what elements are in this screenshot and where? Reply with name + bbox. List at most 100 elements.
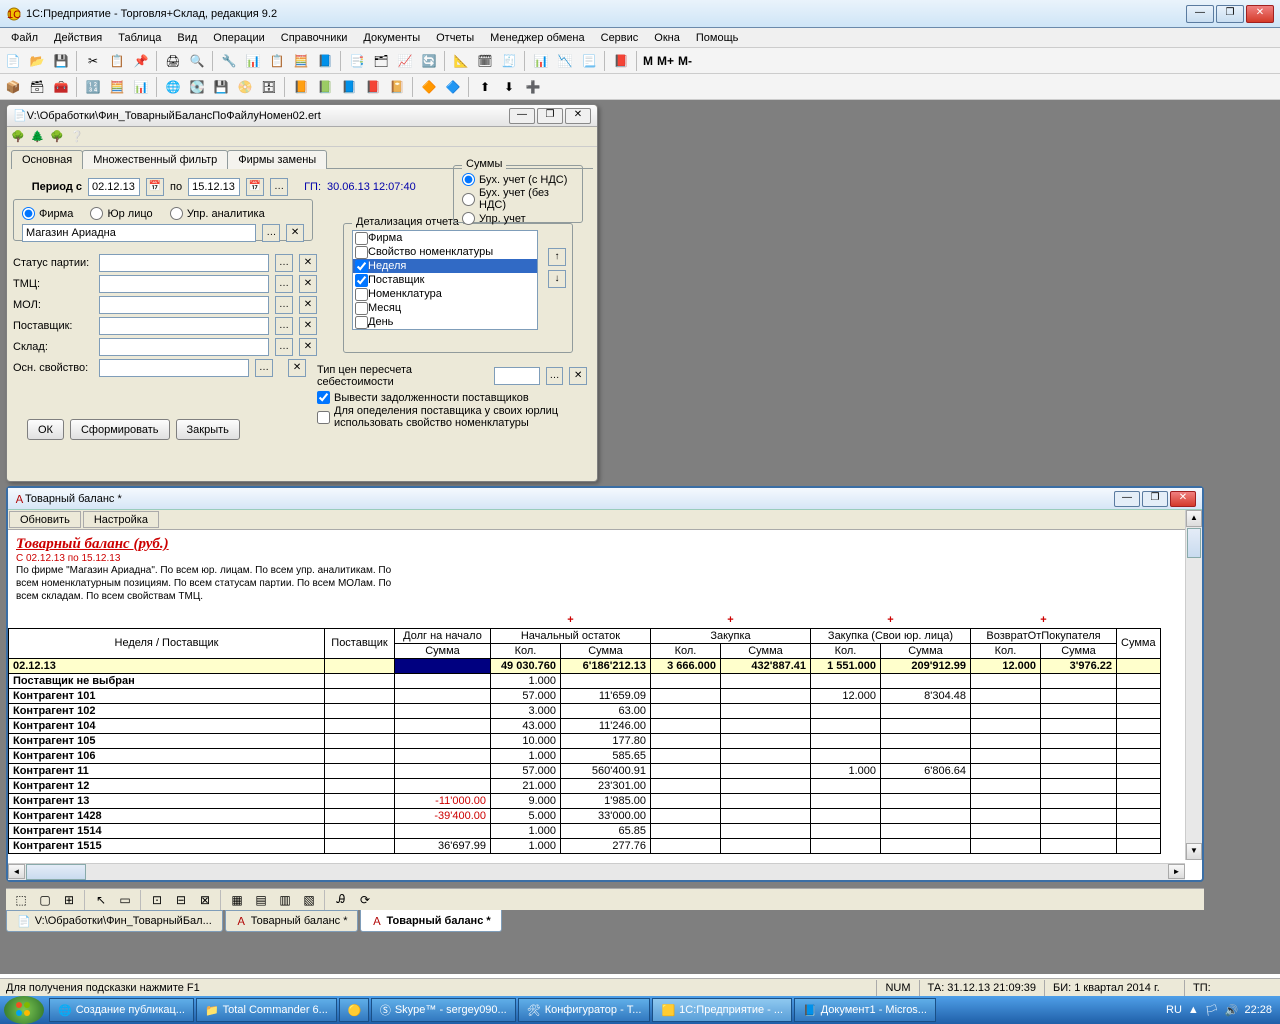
radio-upr[interactable] (170, 207, 183, 220)
tool-icon[interactable]: 💽 (186, 76, 208, 98)
doc-tab[interactable]: 📄V:\Обработки\Фин_ТоварныйБал... (6, 910, 223, 932)
refresh-button[interactable]: Обновить (9, 511, 81, 528)
tool-icon[interactable]: ▤ (250, 889, 272, 911)
tool-icon[interactable]: ▧ (298, 889, 320, 911)
radio-upr-uchet[interactable] (462, 212, 475, 225)
task-item[interactable]: 🟡 (339, 998, 369, 1022)
preview-icon[interactable]: 🔍 (186, 50, 208, 72)
date-from-input[interactable]: 02.12.13 (88, 178, 140, 196)
tool-icon[interactable]: ▭ (114, 889, 136, 911)
menu-service[interactable]: Сервис (594, 30, 646, 46)
tool-icon[interactable]: 🗓 (474, 50, 496, 72)
ellipsis-icon[interactable]: … (262, 224, 280, 242)
settings-button[interactable]: Настройка (83, 511, 159, 528)
task-item[interactable]: 📘Документ1 - Micros... (794, 998, 936, 1022)
tool-icon[interactable]: ⬇ (498, 76, 520, 98)
calendar-icon[interactable]: 📅 (146, 178, 164, 196)
firm-input[interactable]: Магазин Ариадна (22, 224, 256, 242)
radio-buh-no-nds[interactable] (462, 193, 475, 206)
tool-icon[interactable]: 📀 (234, 76, 256, 98)
tool-icon[interactable]: 🔄 (418, 50, 440, 72)
dlg-minimize[interactable]: — (509, 108, 535, 124)
menu-operations[interactable]: Операции (206, 30, 271, 46)
property-input[interactable] (99, 359, 249, 377)
clear-icon[interactable]: ✕ (286, 224, 304, 242)
tool-icon[interactable]: ▥ (274, 889, 296, 911)
tool-icon[interactable]: 🧾 (498, 50, 520, 72)
tool-icon[interactable]: Ꭿ (330, 889, 352, 911)
m-minus-button[interactable]: M- (677, 50, 693, 72)
tree-icon[interactable]: 🌳 (50, 130, 64, 143)
report-titlebar[interactable]: Ａ Товарный баланс * — ❐ ✕ (8, 488, 1202, 510)
open-icon[interactable]: 📂 (26, 50, 48, 72)
m-plus-button[interactable]: M+ (656, 50, 675, 72)
ellipsis-icon[interactable]: … (275, 317, 293, 335)
menu-table[interactable]: Таблица (111, 30, 168, 46)
tool-icon[interactable]: 📕 (610, 50, 632, 72)
tool-icon[interactable]: 📊 (130, 76, 152, 98)
save-icon[interactable]: 💾 (50, 50, 72, 72)
radio-firma[interactable] (22, 207, 35, 220)
task-item[interactable]: 🌐Создание публикац... (49, 998, 194, 1022)
move-up-icon[interactable]: ↑ (548, 248, 566, 266)
scroll-thumb[interactable] (1187, 528, 1201, 558)
tool-icon[interactable]: ⬆ (474, 76, 496, 98)
tool-icon[interactable]: ⊠ (194, 889, 216, 911)
tool-icon[interactable]: 📙 (290, 76, 312, 98)
supplier-input[interactable] (99, 317, 269, 335)
calendar-icon[interactable]: 📅 (246, 178, 264, 196)
scroll-right-icon[interactable]: ► (1168, 864, 1185, 879)
doc-tab[interactable]: ＡТоварный баланс * (225, 910, 359, 932)
menu-spravochniki[interactable]: Справочники (274, 30, 355, 46)
tray-icon[interactable]: ▲ (1188, 1004, 1199, 1016)
flag-icon[interactable]: 🏳 (1205, 1004, 1219, 1017)
pointer-icon[interactable]: ↖ (90, 889, 112, 911)
task-item-active[interactable]: 🟨1С:Предприятие - ... (652, 998, 792, 1022)
status-input[interactable] (99, 254, 269, 272)
clear-icon[interactable]: ✕ (299, 254, 317, 272)
chk-supplier-prop[interactable] (317, 411, 330, 424)
menu-actions[interactable]: Действия (47, 30, 109, 46)
radio-yurlico[interactable] (90, 207, 103, 220)
volume-icon[interactable]: 🔊 (1225, 1004, 1239, 1017)
print-icon[interactable]: 🖨 (162, 50, 184, 72)
warehouse-input[interactable] (99, 338, 269, 356)
tool-icon[interactable]: 🗂 (370, 50, 392, 72)
close-button[interactable]: Закрыть (176, 419, 240, 440)
clear-icon[interactable]: ✕ (569, 367, 587, 385)
tab-main[interactable]: Основная (11, 150, 83, 169)
menu-reports[interactable]: Отчеты (429, 30, 481, 46)
tool-icon[interactable]: 📑 (346, 50, 368, 72)
tool-icon[interactable]: 📉 (554, 50, 576, 72)
ellipsis-icon[interactable]: … (275, 338, 293, 356)
task-item[interactable]: 🛠Конфигуратор - Т... (518, 998, 651, 1022)
tool-icon[interactable]: 🗃 (26, 76, 48, 98)
ellipsis-icon[interactable]: … (275, 296, 293, 314)
tool-icon[interactable]: 🧮 (290, 50, 312, 72)
tool-icon[interactable]: 📊 (530, 50, 552, 72)
dlg-close[interactable]: ✕ (565, 108, 591, 124)
m-button[interactable]: M (642, 50, 654, 72)
menu-help[interactable]: Помощь (689, 30, 746, 46)
tree-icon[interactable]: 🌳 (11, 130, 25, 143)
tool-icon[interactable]: 🔶 (418, 76, 440, 98)
rep-close[interactable]: ✕ (1170, 491, 1196, 507)
move-down-icon[interactable]: ↓ (548, 270, 566, 288)
clear-icon[interactable]: ✕ (299, 317, 317, 335)
ellipsis-icon[interactable]: … (270, 178, 288, 196)
cut-icon[interactable]: ✂ (82, 50, 104, 72)
mol-input[interactable] (99, 296, 269, 314)
dialog-titlebar[interactable]: 📄 V:\Обработки\Фин_ТоварныйБалансПоФайлу… (7, 105, 597, 127)
minimize-button[interactable]: — (1186, 5, 1214, 23)
tool-icon[interactable]: 📕 (362, 76, 384, 98)
help-icon[interactable]: ❔ (70, 130, 84, 143)
paste-icon[interactable]: 📌 (130, 50, 152, 72)
scroll-thumb[interactable] (26, 864, 86, 880)
tool-icon[interactable]: 🗄 (258, 76, 280, 98)
tool-icon[interactable]: 📘 (314, 50, 336, 72)
menu-view[interactable]: Вид (170, 30, 204, 46)
chk-debts[interactable] (317, 391, 330, 404)
report-body[interactable]: Товарный баланс (руб.) С 02.12.13 по 15.… (8, 530, 1202, 860)
tool-icon[interactable]: ➕ (522, 76, 544, 98)
tool-icon[interactable]: ⊡ (146, 889, 168, 911)
